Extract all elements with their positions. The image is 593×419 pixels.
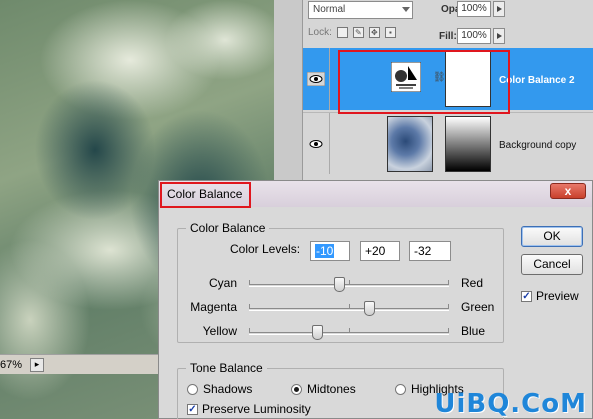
layer-row-color-balance-2[interactable]: ⛓ Color Balance 2 [303, 48, 593, 110]
slider-tick [348, 280, 350, 284]
opacity-slider-button[interactable] [493, 1, 505, 17]
color-levels-label: Color Levels: [230, 242, 301, 256]
radio-indicator[interactable] [395, 383, 406, 395]
eye-icon[interactable] [307, 137, 325, 151]
color-level-yellow-blue-input[interactable]: -32 [409, 241, 451, 261]
slider-left-label: Magenta [190, 300, 237, 314]
slider-left-label: Yellow [202, 324, 237, 338]
lock-move-icon[interactable]: ✥ [368, 27, 380, 38]
lock-label: Lock: [308, 27, 332, 38]
color-level-cyan-red-input[interactable]: -10 [310, 241, 350, 261]
radio-indicator[interactable] [291, 383, 302, 395]
lock-transparency-icon[interactable] [336, 27, 348, 38]
dialog-title: Color Balance [167, 187, 243, 201]
checkbox-indicator[interactable]: ✓ [187, 403, 198, 415]
status-menu-icon[interactable]: ▸ [30, 357, 44, 372]
color-level-magenta-green-input[interactable]: +20 [360, 241, 400, 261]
slider-thumb[interactable] [334, 277, 345, 292]
lock-row: Lock: ✎ ✥ ▪ [308, 27, 396, 38]
zoom-level[interactable]: 67% [0, 359, 24, 371]
slider-tick [249, 328, 250, 332]
ok-button[interactable]: OK [521, 226, 583, 247]
slider-left-label: Cyan [208, 276, 237, 290]
radio-label: Midtones [307, 382, 356, 396]
fill-label: Fill: [439, 31, 457, 42]
slider-tick [348, 304, 350, 308]
slider-right-label: Blue [461, 324, 486, 338]
color-balance-dialog: Color Balance x Color Balance Color Leve… [158, 180, 593, 419]
fill-field[interactable]: 100% [457, 28, 491, 44]
layer-name[interactable]: Background copy [499, 140, 576, 151]
status-bar: 67% ▸ [0, 354, 160, 374]
slider-thumb[interactable] [312, 325, 323, 340]
slider-track[interactable] [249, 325, 449, 340]
radio-indicator[interactable] [187, 383, 198, 395]
divider [329, 113, 330, 174]
blend-mode-value: Normal [313, 4, 346, 15]
layer-mask-thumbnail[interactable] [445, 116, 491, 172]
checkbox-label: Preview [536, 289, 579, 303]
layer-mask-thumbnail[interactable] [445, 51, 491, 107]
chain-link-icon[interactable]: ⛓ [433, 72, 446, 83]
opacity-field[interactable]: 100% [457, 1, 491, 17]
slider-tick [249, 304, 250, 308]
color-balance-adjustment-icon [391, 62, 421, 92]
layer-row-background-copy[interactable]: Background copy [303, 112, 593, 174]
cancel-button[interactable]: Cancel [521, 254, 583, 275]
chevron-down-icon [402, 7, 410, 12]
midtones-radio[interactable]: Midtones [291, 382, 356, 396]
layer-thumbnail[interactable] [387, 116, 433, 172]
layers-panel: Normal Opacity: 100% Lock: ✎ ✥ ▪ Fill: 1… [302, 0, 593, 190]
preserve-luminosity-checkbox[interactable]: ✓ Preserve Luminosity [187, 402, 311, 416]
slider-tick [448, 328, 449, 332]
slider-right-label: Green [461, 300, 495, 314]
lock-brush-icon[interactable]: ✎ [352, 27, 364, 38]
tone-balance-group-label: Tone Balance [190, 361, 263, 375]
radio-label: Shadows [203, 382, 253, 396]
checkbox-indicator[interactable]: ✓ [521, 290, 532, 302]
slider-tick [448, 280, 449, 284]
slider-tick [348, 328, 350, 332]
lock-all-icon[interactable]: ▪ [384, 27, 396, 38]
shadows-radio[interactable]: Shadows [187, 382, 252, 396]
color-balance-group-label: Color Balance [190, 221, 266, 235]
fill-slider-button[interactable] [493, 28, 505, 44]
close-button[interactable]: x [550, 183, 586, 199]
slider-track[interactable] [249, 277, 449, 292]
slider-tick [249, 280, 250, 284]
dialog-title-bar[interactable]: Color Balance x [159, 181, 592, 207]
blend-mode-select[interactable]: Normal [308, 1, 413, 19]
slider-track[interactable] [249, 301, 449, 316]
color-level-value: -10 [315, 244, 335, 258]
watermark: UiBQ.CoM [434, 389, 587, 419]
divider [329, 48, 330, 110]
eye-icon[interactable] [307, 72, 325, 86]
checkbox-label: Preserve Luminosity [202, 402, 311, 416]
layer-name[interactable]: Color Balance 2 [499, 75, 575, 86]
slider-right-label: Red [461, 276, 484, 290]
preview-checkbox[interactable]: ✓ Preview [521, 289, 579, 303]
slider-thumb[interactable] [364, 301, 375, 316]
slider-tick [448, 304, 449, 308]
